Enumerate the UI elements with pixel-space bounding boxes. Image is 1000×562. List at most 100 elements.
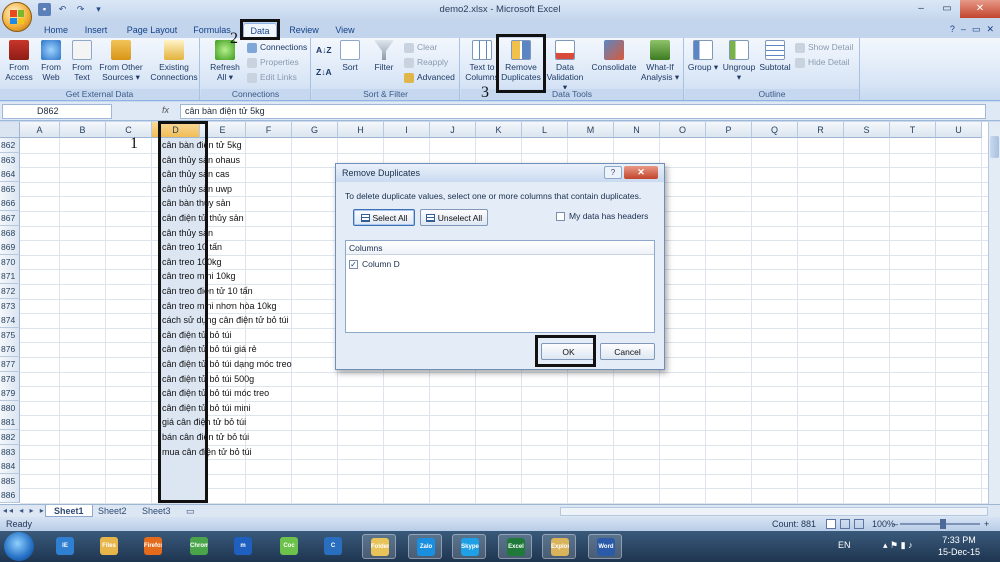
help-icon[interactable]: ? (950, 24, 955, 35)
taskbar-app-4[interactable]: m (226, 534, 260, 559)
taskbar-app-7[interactable]: Folder (362, 534, 396, 559)
unselect-all-button[interactable]: Unselect All (420, 209, 488, 226)
row-header-878[interactable]: 878 (0, 371, 20, 387)
column-header-c[interactable]: C (106, 122, 152, 138)
taskbar-app-5[interactable]: Coc (272, 534, 306, 559)
column-header-b[interactable]: B (60, 122, 106, 138)
existing-connections-button[interactable]: Existing Connections (150, 40, 198, 82)
tab-page-layout[interactable]: Page Layout (123, 23, 181, 38)
tray-icons[interactable]: ▴ ⚑ ▮ ♪ (883, 540, 913, 550)
headers-checkbox-box[interactable] (556, 211, 565, 221)
from-web-button[interactable]: From Web (36, 40, 66, 82)
cancel-button[interactable]: Cancel (600, 343, 655, 360)
refresh-all-button[interactable]: Refresh All ▾ (205, 40, 245, 82)
row-header-872[interactable]: 872 (0, 284, 20, 299)
tab-home[interactable]: Home (40, 23, 72, 38)
start-button[interactable] (4, 532, 34, 561)
connections-button[interactable]: Connections (247, 41, 307, 54)
zoom-level[interactable]: 100% (872, 517, 895, 531)
row-header-863[interactable]: 863 (0, 152, 20, 168)
taskbar-app-0[interactable]: IE (48, 534, 82, 559)
tab-insert[interactable]: Insert (80, 23, 112, 38)
column-header-t[interactable]: T (890, 122, 936, 138)
subtotal-button[interactable]: Subtotal (759, 40, 791, 72)
column-header-j[interactable]: J (430, 122, 476, 138)
row-header-885[interactable]: 885 (0, 473, 20, 489)
edit-links-button[interactable]: Edit Links (247, 71, 297, 84)
column-header-m[interactable]: M (568, 122, 614, 138)
minimize-button[interactable]: – (908, 0, 934, 18)
row-header-880[interactable]: 880 (0, 400, 20, 416)
row-header-867[interactable]: 867 (0, 211, 20, 226)
column-header-o[interactable]: O (660, 122, 706, 138)
group-button[interactable]: Group ▾ (687, 40, 719, 72)
taskbar-app-9[interactable]: Skype (452, 534, 486, 559)
row-header-876[interactable]: 876 (0, 342, 20, 358)
hide-detail-button[interactable]: Hide Detail (795, 56, 850, 69)
column-header-r[interactable]: R (798, 122, 844, 138)
insert-sheet-icon[interactable]: ▭ (178, 505, 203, 517)
row-header-881[interactable]: 881 (0, 415, 20, 431)
ribbon-close-button[interactable]: ✕ (986, 24, 994, 35)
row-header-870[interactable]: 870 (0, 254, 20, 270)
fx-icon[interactable]: fx (162, 105, 169, 115)
what-if-analysis-button[interactable]: What-If Analysis ▾ (639, 40, 681, 82)
formula-input[interactable]: cân bàn điện tử 5kg (180, 104, 986, 119)
select-all-button[interactable]: Select All (353, 209, 415, 226)
from-text-button[interactable]: From Text (68, 40, 96, 82)
column-header-l[interactable]: L (522, 122, 568, 138)
horizontal-scrollbar[interactable] (560, 507, 988, 516)
row-header-862[interactable]: 862 (0, 138, 20, 153)
properties-button[interactable]: Properties (247, 56, 299, 69)
clear-button[interactable]: Clear (404, 41, 437, 54)
tab-view[interactable]: View (331, 23, 359, 38)
row-header-865[interactable]: 865 (0, 181, 20, 197)
row-header-866[interactable]: 866 (0, 196, 20, 212)
dialog-close-button[interactable]: ✕ (624, 166, 658, 179)
vertical-scrollbar[interactable] (988, 122, 1000, 504)
row-header-886[interactable]: 886 (0, 488, 20, 504)
column-header-k[interactable]: K (476, 122, 522, 138)
row-header-868[interactable]: 868 (0, 225, 20, 241)
taskbar-app-11[interactable]: Explorer (542, 534, 576, 559)
tab-review[interactable]: Review (286, 23, 322, 38)
row-header-875[interactable]: 875 (0, 327, 20, 343)
normal-view-icon[interactable] (826, 519, 836, 529)
taskbar-app-8[interactable]: Zalo (408, 534, 442, 559)
row-header-884[interactable]: 884 (0, 459, 20, 475)
column-d-checkbox[interactable]: ✓ (349, 259, 358, 269)
column-header-i[interactable]: I (384, 122, 430, 138)
taskbar-app-3[interactable]: Chrome (182, 534, 216, 559)
sheet-tab-sheet2[interactable]: Sheet2 (90, 505, 135, 517)
row-header-882[interactable]: 882 (0, 430, 20, 445)
clock[interactable]: 7:33 PM 15-Dec-15 (934, 534, 984, 558)
advanced-button[interactable]: Advanced (404, 71, 455, 84)
page-layout-view-icon[interactable] (840, 519, 850, 529)
tab-formulas[interactable]: Formulas (190, 23, 234, 38)
filter-button[interactable]: Filter (370, 40, 398, 72)
row-header-873[interactable]: 873 (0, 298, 20, 314)
row-header-874[interactable]: 874 (0, 313, 20, 329)
scroll-thumb[interactable] (990, 136, 999, 158)
column-header-h[interactable]: H (338, 122, 384, 138)
ribbon-minimize-button[interactable]: – (961, 24, 966, 35)
columns-listbox[interactable]: Columns ✓ Column D (345, 240, 655, 333)
dialog-help-button[interactable]: ? (604, 166, 622, 179)
taskbar-app-2[interactable]: Firefox (136, 534, 170, 559)
select-all-corner[interactable] (0, 122, 20, 138)
data-validation-button[interactable]: Data Validation ▾ (545, 40, 585, 92)
column-header-a[interactable]: A (20, 122, 60, 138)
sheet-tab-sheet1[interactable]: Sheet1 (45, 505, 93, 517)
row-header-864[interactable]: 864 (0, 167, 20, 183)
column-header-s[interactable]: S (844, 122, 890, 138)
column-header-q[interactable]: Q (752, 122, 798, 138)
page-break-view-icon[interactable] (854, 519, 864, 529)
taskbar-app-10[interactable]: Excel (498, 534, 532, 559)
name-box[interactable]: D862 (2, 104, 112, 119)
column-header-g[interactable]: G (292, 122, 338, 138)
maximize-button[interactable]: ▭ (934, 0, 960, 18)
office-button[interactable] (2, 2, 32, 32)
column-header-p[interactable]: P (706, 122, 752, 138)
ribbon-restore-button[interactable]: ▭ (972, 24, 981, 35)
language-indicator[interactable]: EN (838, 540, 851, 550)
